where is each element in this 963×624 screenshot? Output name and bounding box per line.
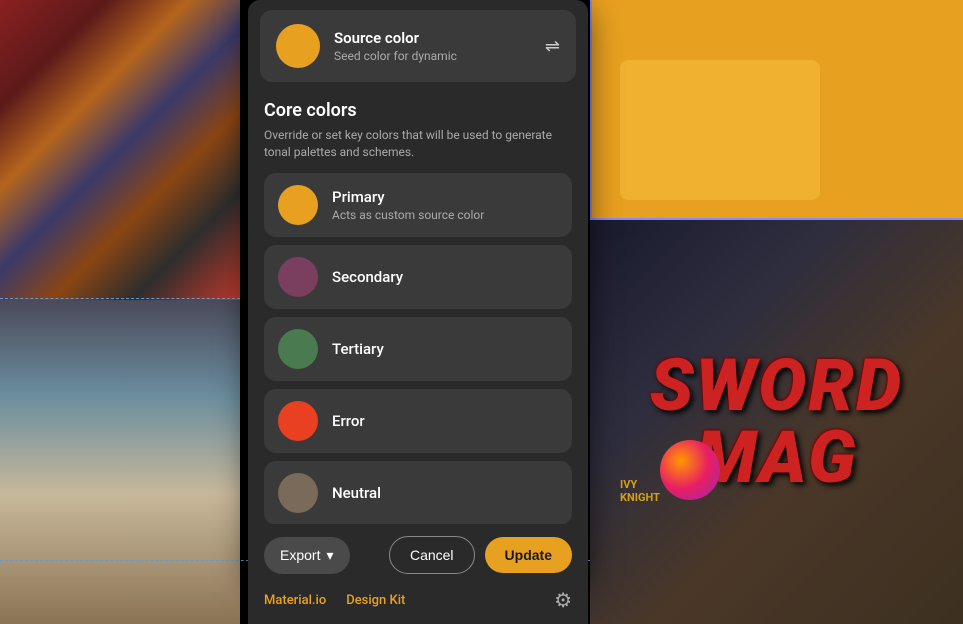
orb-decoration <box>660 440 720 500</box>
design-kit-link[interactable]: Design Kit <box>346 593 405 608</box>
neutral-color-swatch <box>278 473 318 513</box>
action-buttons-row: Export ▾ Cancel Update <box>264 536 572 574</box>
secondary-color-item[interactable]: Secondary <box>264 245 572 309</box>
core-colors-title: Core colors <box>264 100 572 121</box>
update-button[interactable]: Update <box>485 537 572 573</box>
panel-footer: Export ▾ Cancel Update Material.io Desig… <box>248 524 588 624</box>
books-background <box>0 0 240 300</box>
chevron-down-icon: ▾ <box>326 547 333 564</box>
tertiary-color-item[interactable]: Tertiary <box>264 317 572 381</box>
orange-card <box>620 60 820 200</box>
export-label: Export <box>280 547 320 563</box>
core-colors-section: Core colors Override or set key colors t… <box>248 92 588 525</box>
footer-links-row: Material.io Design Kit ⚙ <box>264 588 572 612</box>
primary-color-info: Primary Acts as custom source color <box>332 188 484 222</box>
primary-color-item[interactable]: Primary Acts as custom source color <box>264 173 572 237</box>
secondary-color-swatch <box>278 257 318 297</box>
primary-color-sublabel: Acts as custom source color <box>332 208 484 222</box>
core-colors-description: Override or set key colors that will be … <box>264 127 572 161</box>
sword-author: IVYKNIGHT <box>620 478 660 504</box>
shuffle-icon[interactable]: ⇌ <box>545 36 560 57</box>
cancel-button[interactable]: Cancel <box>389 536 475 574</box>
tertiary-color-label: Tertiary <box>332 340 384 358</box>
primary-color-label: Primary <box>332 188 484 206</box>
error-color-item[interactable]: Error <box>264 389 572 453</box>
horizontal-dashed-border <box>0 298 240 299</box>
color-panel: Source color Seed color for dynamic ⇌ Co… <box>248 0 588 580</box>
error-color-label: Error <box>332 412 365 430</box>
neutral-color-item[interactable]: Neutral <box>264 461 572 525</box>
orange-border-left <box>590 0 592 220</box>
primary-color-swatch <box>278 185 318 225</box>
secondary-color-label: Secondary <box>332 268 403 286</box>
source-color-subtitle: Seed color for dynamic <box>334 49 457 63</box>
source-color-left: Source color Seed color for dynamic <box>276 24 457 68</box>
source-color-row[interactable]: Source color Seed color for dynamic ⇌ <box>260 10 576 82</box>
tertiary-color-swatch <box>278 329 318 369</box>
source-color-title: Source color <box>334 29 457 47</box>
neutral-color-label: Neutral <box>332 484 381 502</box>
source-color-info: Source color Seed color for dynamic <box>334 29 457 63</box>
source-color-swatch <box>276 24 320 68</box>
error-color-swatch <box>278 401 318 441</box>
settings-icon[interactable]: ⚙ <box>554 588 572 612</box>
material-io-link[interactable]: Material.io <box>264 593 326 608</box>
books-bottom-background <box>0 300 240 624</box>
export-button[interactable]: Export ▾ <box>264 537 350 574</box>
sword-background: SWORDMAG <box>590 220 963 624</box>
orange-border-bottom <box>590 218 963 220</box>
